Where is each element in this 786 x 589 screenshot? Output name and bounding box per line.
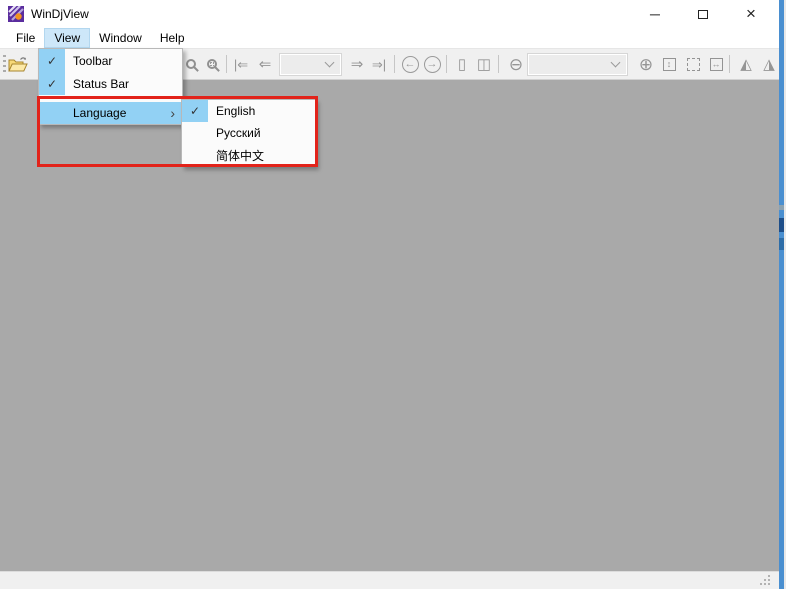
menu-item-language[interactable]: Language › bbox=[39, 102, 182, 124]
dropdown-arrow-icon bbox=[324, 57, 335, 68]
menu-item-russian-label: Русский bbox=[216, 126, 261, 140]
actual-size-button[interactable]: ↕ bbox=[658, 53, 680, 75]
first-page-button[interactable]: |⇐ bbox=[230, 53, 252, 75]
fit-page-icon bbox=[686, 57, 700, 71]
menu-gutter bbox=[39, 102, 65, 124]
menu-bar: File View Window Help bbox=[0, 28, 779, 48]
single-page-layout-button[interactable]: ▯ bbox=[451, 53, 473, 75]
close-icon: × bbox=[746, 4, 756, 23]
open-file-button[interactable] bbox=[7, 53, 29, 75]
minimize-button[interactable]: ─ bbox=[639, 0, 671, 28]
zoom-in-button[interactable]: ⊕ bbox=[635, 53, 657, 75]
checkmark-icon: ✓ bbox=[39, 49, 65, 72]
window-controls: ─ × bbox=[639, 0, 779, 28]
menu-item-language-label: Language bbox=[73, 106, 127, 120]
fit-page-button[interactable] bbox=[682, 53, 704, 75]
zoom-tool-button[interactable] bbox=[180, 53, 202, 75]
title-bar: WinDjView ─ × bbox=[0, 0, 779, 28]
resize-grip[interactable] bbox=[759, 574, 771, 586]
menu-file-label: File bbox=[16, 31, 36, 45]
menu-view-label: View bbox=[54, 31, 81, 45]
menu-window-label: Window bbox=[99, 31, 142, 45]
menu-item-english[interactable]: ✓ English bbox=[182, 100, 315, 122]
view-menu-dropdown: ✓ Toolbar ✓ Status Bar Language › bbox=[38, 48, 183, 125]
menu-item-status-bar[interactable]: ✓ Status Bar bbox=[39, 72, 182, 95]
forward-icon: → bbox=[423, 55, 441, 73]
rotate-right-button[interactable]: ◮ bbox=[758, 53, 780, 75]
menu-help[interactable]: Help bbox=[151, 28, 194, 48]
toolbar-grip[interactable] bbox=[3, 55, 6, 74]
maximize-button[interactable] bbox=[687, 0, 719, 28]
fit-width-icon: ↔ bbox=[709, 57, 723, 71]
menu-gutter bbox=[182, 144, 208, 166]
close-button[interactable]: × bbox=[735, 0, 767, 28]
toolbar-separator bbox=[394, 55, 395, 73]
zoom-select-button[interactable] bbox=[201, 53, 223, 75]
page-number-combobox[interactable] bbox=[279, 53, 342, 76]
actual-size-icon: ↕ bbox=[662, 57, 676, 71]
fit-width-button[interactable]: ↔ bbox=[705, 53, 727, 75]
last-page-button[interactable]: ⇒| bbox=[368, 53, 390, 75]
menu-help-label: Help bbox=[159, 31, 185, 45]
magnifier-select-icon bbox=[207, 59, 217, 69]
back-button[interactable]: ← bbox=[399, 53, 421, 75]
toolbar-separator bbox=[226, 55, 227, 73]
open-folder-icon bbox=[8, 57, 28, 72]
last-page-icon: ⇒| bbox=[371, 56, 387, 72]
menu-separator bbox=[67, 98, 180, 99]
first-page-icon: |⇐ bbox=[233, 56, 249, 72]
status-bar bbox=[0, 571, 779, 589]
menu-item-simplified-chinese-label: 简体中文 bbox=[216, 148, 265, 163]
menu-item-status-bar-label: Status Bar bbox=[73, 76, 130, 91]
rotate-right-icon: ◮ bbox=[763, 55, 775, 73]
language-submenu: ✓ English Русский 简体中文 bbox=[181, 99, 316, 167]
app-logo-icon bbox=[8, 6, 24, 22]
rotate-left-button[interactable]: ◭ bbox=[735, 53, 757, 75]
menu-item-toolbar[interactable]: ✓ Toolbar bbox=[39, 49, 182, 72]
menu-item-english-label: English bbox=[216, 104, 256, 118]
next-page-icon: ⇒ bbox=[350, 55, 364, 73]
app-window: WinDjView ─ × File View Window Help |⇐ ⇐… bbox=[0, 0, 786, 589]
zoom-in-icon: ⊕ bbox=[638, 54, 654, 74]
minimize-icon: ─ bbox=[650, 6, 660, 22]
menu-file[interactable]: File bbox=[7, 28, 44, 48]
facing-pages-button[interactable]: ◫ bbox=[473, 53, 495, 75]
submenu-arrow-icon: › bbox=[170, 105, 175, 121]
toolbar-separator bbox=[446, 55, 447, 73]
magnifier-icon bbox=[186, 59, 196, 69]
zoom-out-button[interactable]: ⊖ bbox=[505, 53, 527, 75]
rotate-left-icon: ◭ bbox=[740, 55, 752, 73]
dropdown-arrow-icon bbox=[610, 57, 621, 68]
zoom-level-combobox[interactable] bbox=[527, 53, 628, 76]
menu-item-toolbar-label: Toolbar bbox=[73, 53, 113, 68]
single-page-icon: ▯ bbox=[457, 55, 467, 73]
document-area bbox=[0, 80, 779, 571]
checkmark-icon: ✓ bbox=[182, 100, 208, 122]
back-icon: ← bbox=[401, 55, 419, 73]
maximize-icon bbox=[698, 9, 708, 19]
facing-pages-icon: ◫ bbox=[476, 55, 492, 73]
checkmark-icon: ✓ bbox=[39, 72, 65, 95]
menu-window[interactable]: Window bbox=[90, 28, 151, 48]
menu-item-russian[interactable]: Русский bbox=[182, 122, 315, 144]
previous-page-button[interactable]: ⇐ bbox=[254, 53, 276, 75]
previous-page-icon: ⇐ bbox=[258, 55, 272, 73]
window-title: WinDjView bbox=[31, 7, 89, 21]
zoom-out-icon: ⊖ bbox=[508, 54, 524, 74]
menu-view[interactable]: View bbox=[44, 28, 91, 48]
forward-button[interactable]: → bbox=[421, 53, 443, 75]
menu-gutter bbox=[182, 122, 208, 144]
toolbar-separator bbox=[729, 55, 730, 73]
next-page-button[interactable]: ⇒ bbox=[346, 53, 368, 75]
toolbar-separator bbox=[498, 55, 499, 73]
menu-item-simplified-chinese[interactable]: 简体中文 bbox=[182, 144, 315, 166]
